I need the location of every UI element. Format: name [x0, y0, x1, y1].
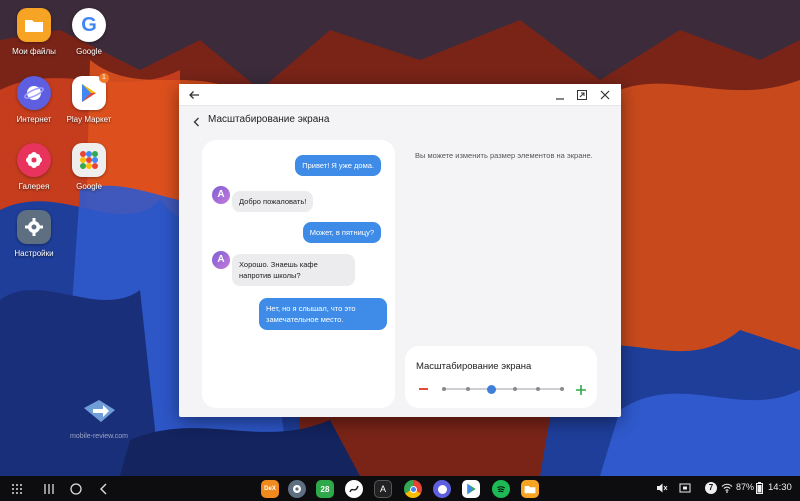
samsung-internet-icon	[17, 76, 51, 110]
folder-icon	[17, 8, 51, 42]
window-maximize-button[interactable]	[575, 88, 589, 102]
a-icon: A	[379, 484, 386, 494]
desktop-icon-label: Настройки	[14, 249, 54, 258]
dock-internet[interactable]	[433, 480, 451, 498]
chevron-left-icon	[193, 117, 199, 127]
home-circle-icon	[70, 483, 82, 495]
taskbar: DeX 28 A 7 87% 14:30	[0, 476, 800, 501]
zoom-slider[interactable]	[442, 384, 564, 394]
zoom-slider-step[interactable]	[512, 387, 517, 391]
dock-pen-app[interactable]	[345, 480, 363, 498]
dock-spotify[interactable]	[492, 480, 510, 498]
avatar: A	[212, 251, 230, 269]
internet-icon	[437, 484, 447, 494]
desktop-icon-label: Google	[76, 182, 102, 191]
settings-gear-icon	[17, 210, 51, 244]
chrome-icon	[409, 485, 417, 493]
wifi-icon[interactable]	[721, 482, 733, 496]
chat-bubble-incoming: Хорошо. Знаешь кафе напротив школы?	[232, 254, 355, 286]
app-header: Масштабирование экрана	[179, 106, 621, 136]
zoom-slider-step[interactable]	[560, 387, 564, 391]
notification-badge: 1	[99, 73, 109, 83]
dock-a-app[interactable]: A	[374, 480, 392, 498]
avatar: A	[212, 186, 230, 204]
desktop-icon-play-store[interactable]: 1 Play Маркет	[57, 73, 121, 124]
minimize-icon	[556, 98, 564, 100]
chat-bubble-outgoing: Может, в пятницу?	[302, 222, 381, 243]
desktop-icon-google[interactable]: G Google	[57, 8, 121, 56]
screen-record-icon[interactable]	[679, 482, 691, 496]
window-back-button[interactable]	[187, 88, 201, 102]
desktop-icon-google-folder[interactable]: Google	[57, 143, 121, 191]
folder-icon	[524, 486, 536, 494]
zoom-control-card: Масштабирование экрана	[405, 346, 597, 408]
desktop-icon-label: Google	[76, 47, 102, 56]
zoom-label: Масштабирование экрана	[416, 361, 532, 372]
plus-icon	[576, 385, 586, 395]
zoom-description: Вы можете изменить размер элементов на э…	[415, 151, 593, 160]
watermark: mobile-review.com	[64, 398, 134, 440]
watermark-logo-icon	[84, 400, 115, 422]
maximize-icon	[577, 90, 587, 100]
close-icon	[600, 90, 610, 100]
page-title: Масштабирование экрана	[208, 114, 330, 125]
window-titlebar[interactable]	[179, 84, 621, 106]
play-store-icon	[466, 483, 476, 495]
zoom-slider-step[interactable]	[536, 387, 541, 391]
chat-bubble-outgoing: Привет! Я уже дома.	[295, 155, 381, 176]
zoom-slider-step[interactable]	[442, 387, 446, 391]
dock-chrome[interactable]	[404, 480, 422, 498]
recents-button[interactable]	[42, 482, 56, 496]
battery-icon	[756, 482, 763, 496]
nav-back-button[interactable]	[97, 482, 111, 496]
spotify-icon	[497, 486, 506, 493]
zoom-out-button[interactable]	[419, 388, 428, 390]
window-minimize-button[interactable]	[553, 88, 567, 102]
app-grid-button[interactable]	[10, 482, 24, 496]
dock-calendar[interactable]: 28	[316, 480, 334, 498]
gallery-flower-icon	[17, 143, 51, 177]
screen-zoom-window: Масштабирование экрана Привет! Я уже дом…	[179, 84, 621, 417]
window-close-button[interactable]	[598, 88, 612, 102]
zoom-slider-step[interactable]	[465, 387, 470, 391]
notification-count-badge[interactable]: 7	[705, 482, 717, 494]
chevron-left-icon	[100, 483, 107, 495]
chat-bubble-incoming: Добро пожаловать!	[232, 191, 314, 212]
google-icon: G	[72, 8, 106, 42]
battery-level: 87%	[736, 482, 755, 492]
mute-icon[interactable]	[656, 482, 668, 496]
dock-play-store[interactable]	[462, 480, 480, 498]
grid-icon	[12, 484, 22, 494]
dock-my-files[interactable]	[521, 480, 539, 498]
pen-icon	[349, 485, 359, 493]
watermark-text: mobile-review.com	[70, 433, 128, 440]
home-button[interactable]	[69, 482, 83, 496]
dock-dex[interactable]: DeX	[261, 480, 279, 498]
desktop-icon-settings[interactable]: Настройки	[2, 210, 66, 258]
desktop-icon-label: Play Маркет	[66, 115, 112, 124]
calendar-icon: 28	[320, 484, 330, 494]
settings-icon	[293, 485, 301, 493]
back-button[interactable]	[191, 115, 203, 127]
chat-bubble-outgoing: Нет, но я слышал, что это замечательное …	[259, 298, 387, 330]
zoom-slider-thumb[interactable]	[486, 384, 496, 394]
chat-preview: Привет! Я уже дома. A Добро пожаловать! …	[202, 140, 395, 408]
arrow-left-icon	[189, 91, 199, 99]
google-apps-folder-icon	[72, 143, 106, 177]
clock: 14:30	[768, 482, 792, 493]
zoom-in-button[interactable]	[575, 383, 587, 395]
dex-icon: DeX	[264, 486, 276, 492]
dock-settings[interactable]	[288, 480, 306, 498]
recents-icon	[44, 484, 54, 494]
